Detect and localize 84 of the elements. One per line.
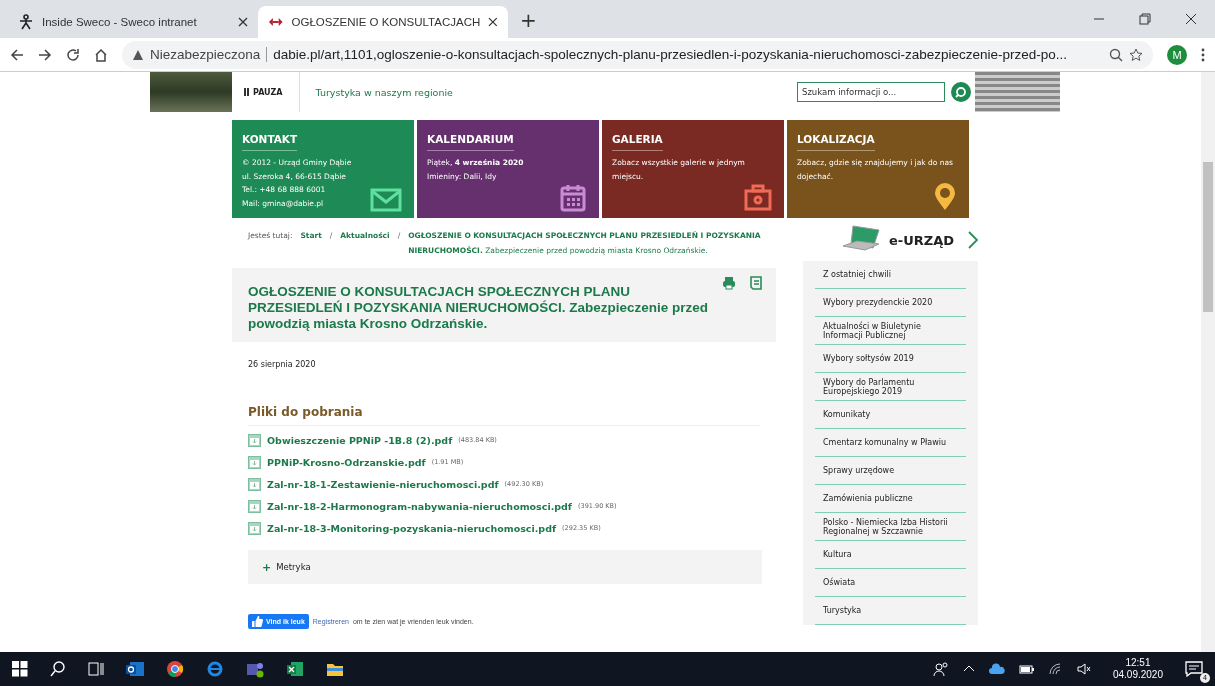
thumbs-up-icon bbox=[252, 616, 263, 627]
sidebar-item[interactable]: Aktualności w Biuletynie Informacji Publicznej bbox=[815, 317, 966, 345]
downloads-heading: Pliki do pobrania bbox=[248, 405, 760, 426]
tab-title: Inside Sweco - Sweco intranet bbox=[42, 16, 198, 28]
search-icon bbox=[955, 86, 967, 98]
sidebar-item[interactable]: Wybory sołtysów 2019 bbox=[815, 345, 966, 373]
web-browser-icon[interactable] bbox=[206, 660, 224, 678]
browser-tab[interactable]: OGŁOSZENIE O KONSULTACJACH bbox=[258, 6, 508, 38]
sidebar-item[interactable]: Komunikaty bbox=[815, 401, 966, 429]
forward-icon[interactable] bbox=[38, 47, 52, 62]
calendar-icon bbox=[559, 184, 587, 212]
person-icon bbox=[18, 14, 34, 30]
sidebar-item[interactable]: Z ostatniej chwili bbox=[815, 261, 966, 289]
article-title: OGŁOSZENIE O KONSULTACJACH SPOŁECZNYCH PLANU PRZESIEDLEŃ I POZYSKANIA NIERUCHOMOŚCI. Zabezpieczenie przed powodzią miasta Krosno Odrzańskie. bbox=[248, 284, 710, 332]
close-icon[interactable] bbox=[1185, 13, 1197, 25]
sidebar-item[interactable]: Wybory prezydenckie 2020 bbox=[815, 289, 966, 317]
scrollbar-thumb[interactable] bbox=[1203, 162, 1213, 312]
people-icon[interactable] bbox=[932, 661, 949, 677]
browser-tab[interactable]: Inside Sweco - Sweco intranet bbox=[8, 6, 258, 38]
tile-title: KONTAKT bbox=[242, 133, 298, 151]
file-link[interactable]: Zal-nr-18-1-Zestawienie-nieruchomosci.pdf bbox=[267, 478, 499, 490]
header-link[interactable]: Turystyka w naszym regionie bbox=[299, 86, 453, 98]
home-icon[interactable] bbox=[94, 47, 108, 62]
file-link[interactable]: Zal-nr-18-2-Harmonogram-nabywania-nieruchomosci.pdf bbox=[267, 500, 572, 512]
mail-app-icon[interactable] bbox=[126, 660, 144, 678]
file-icon bbox=[248, 499, 261, 513]
battery-icon[interactable] bbox=[1018, 663, 1035, 675]
tile-title: LOKALIZACJA bbox=[797, 133, 875, 151]
sidebar-item[interactable]: Zamówienia publiczne bbox=[815, 485, 966, 513]
file-icon bbox=[248, 477, 261, 491]
tile-title: GALERIA bbox=[612, 133, 663, 151]
file-icon bbox=[248, 433, 261, 447]
sidebar-item[interactable]: Cmentarz komunalny w Pławiu bbox=[815, 429, 966, 457]
profile-avatar[interactable]: M bbox=[1167, 44, 1187, 65]
sidebar-item[interactable]: Polsko - Niemiecka Izba Historii Regionalnej w Szczawnie bbox=[815, 513, 966, 541]
back-icon[interactable] bbox=[10, 47, 24, 62]
security-label: Niezabezpieczona bbox=[150, 47, 268, 62]
pause-icon bbox=[244, 88, 249, 96]
chevron-right-icon bbox=[968, 231, 978, 249]
sidebar-item[interactable]: Turystyka bbox=[815, 597, 966, 625]
file-link[interactable]: Zal-nr-18-3-Monitoring-pozyskania-nieruchomosci.pdf bbox=[267, 522, 557, 534]
clock[interactable]: 12:51 04.09.2020 bbox=[1112, 657, 1163, 681]
article-date: 26 sierpnia 2020 bbox=[247, 359, 317, 369]
notification-icon[interactable] bbox=[1185, 661, 1203, 677]
zoom-icon[interactable] bbox=[1109, 47, 1123, 62]
wifi-icon[interactable] bbox=[1048, 663, 1063, 675]
tab-title: OGŁOSZENIE O KONSULTACJACH bbox=[291, 16, 481, 28]
windows-start-icon[interactable] bbox=[12, 661, 28, 677]
sidebar-item[interactable]: Sprawy urzędowe bbox=[815, 457, 966, 485]
sidebar-item[interactable]: Oświata bbox=[815, 569, 966, 597]
reload-icon[interactable] bbox=[66, 47, 80, 62]
pause-button[interactable]: PAUZA bbox=[244, 72, 300, 112]
file-icon bbox=[248, 521, 261, 535]
url-text: dabie.pl/art,1101,ogloszenie-o-konsultacjach-spolecznych-planu-przesiedlen-i-pozyskania-nieruchomosci-zabezpieczenie-przed-po... bbox=[273, 47, 1068, 62]
print-icon[interactable] bbox=[722, 276, 736, 290]
cloud-icon[interactable] bbox=[988, 663, 1005, 675]
tile-title: KALENDARIUM bbox=[427, 133, 514, 151]
restore-icon[interactable] bbox=[1139, 13, 1151, 25]
metadata-toggle[interactable]: + Metryka bbox=[248, 550, 762, 584]
speaker-muted-icon[interactable] bbox=[1076, 663, 1091, 675]
browser-app-icon[interactable] bbox=[166, 660, 184, 678]
close-icon[interactable] bbox=[238, 17, 248, 27]
new-tab-button[interactable]: + bbox=[508, 8, 549, 38]
scrollbar[interactable] bbox=[1201, 72, 1215, 652]
envelope-icon bbox=[370, 188, 402, 212]
warning-icon bbox=[132, 48, 144, 61]
sidebar-item[interactable]: Wybory do Parlamentu Europejskiego 2019 bbox=[815, 373, 966, 401]
search-button[interactable] bbox=[951, 82, 971, 102]
file-link[interactable]: Obwieszczenie PPNiP -1B.8 (2).pdf bbox=[267, 434, 453, 446]
search-icon[interactable] bbox=[50, 661, 66, 677]
map-pin-icon bbox=[933, 182, 957, 212]
camera-icon bbox=[744, 184, 772, 212]
task-view-icon[interactable] bbox=[88, 661, 104, 677]
spreadsheet-app-icon[interactable] bbox=[286, 660, 304, 678]
menu-icon[interactable] bbox=[1201, 47, 1205, 62]
document-icon[interactable] bbox=[750, 276, 762, 290]
sidebar-item[interactable]: Kultura bbox=[815, 541, 966, 569]
address-field[interactable]: Niezabezpieczona dabie.pl/art,1101,ogloszenie-o-konsultacjach-spolecznych-planu-przesiedlen-i-pozyskania-nieruchomosci-zabezpieczenie-przed-po... bbox=[122, 40, 1153, 69]
search-field[interactable]: Szukam informacji o... bbox=[797, 82, 945, 102]
close-icon[interactable] bbox=[488, 17, 498, 27]
e-office-banner[interactable]: e-URZĄD bbox=[790, 222, 978, 258]
file-link[interactable]: PPNiP-Krosno-Odrzanskie.pdf bbox=[267, 456, 426, 468]
star-icon[interactable] bbox=[1129, 47, 1143, 62]
file-icon bbox=[248, 455, 261, 469]
